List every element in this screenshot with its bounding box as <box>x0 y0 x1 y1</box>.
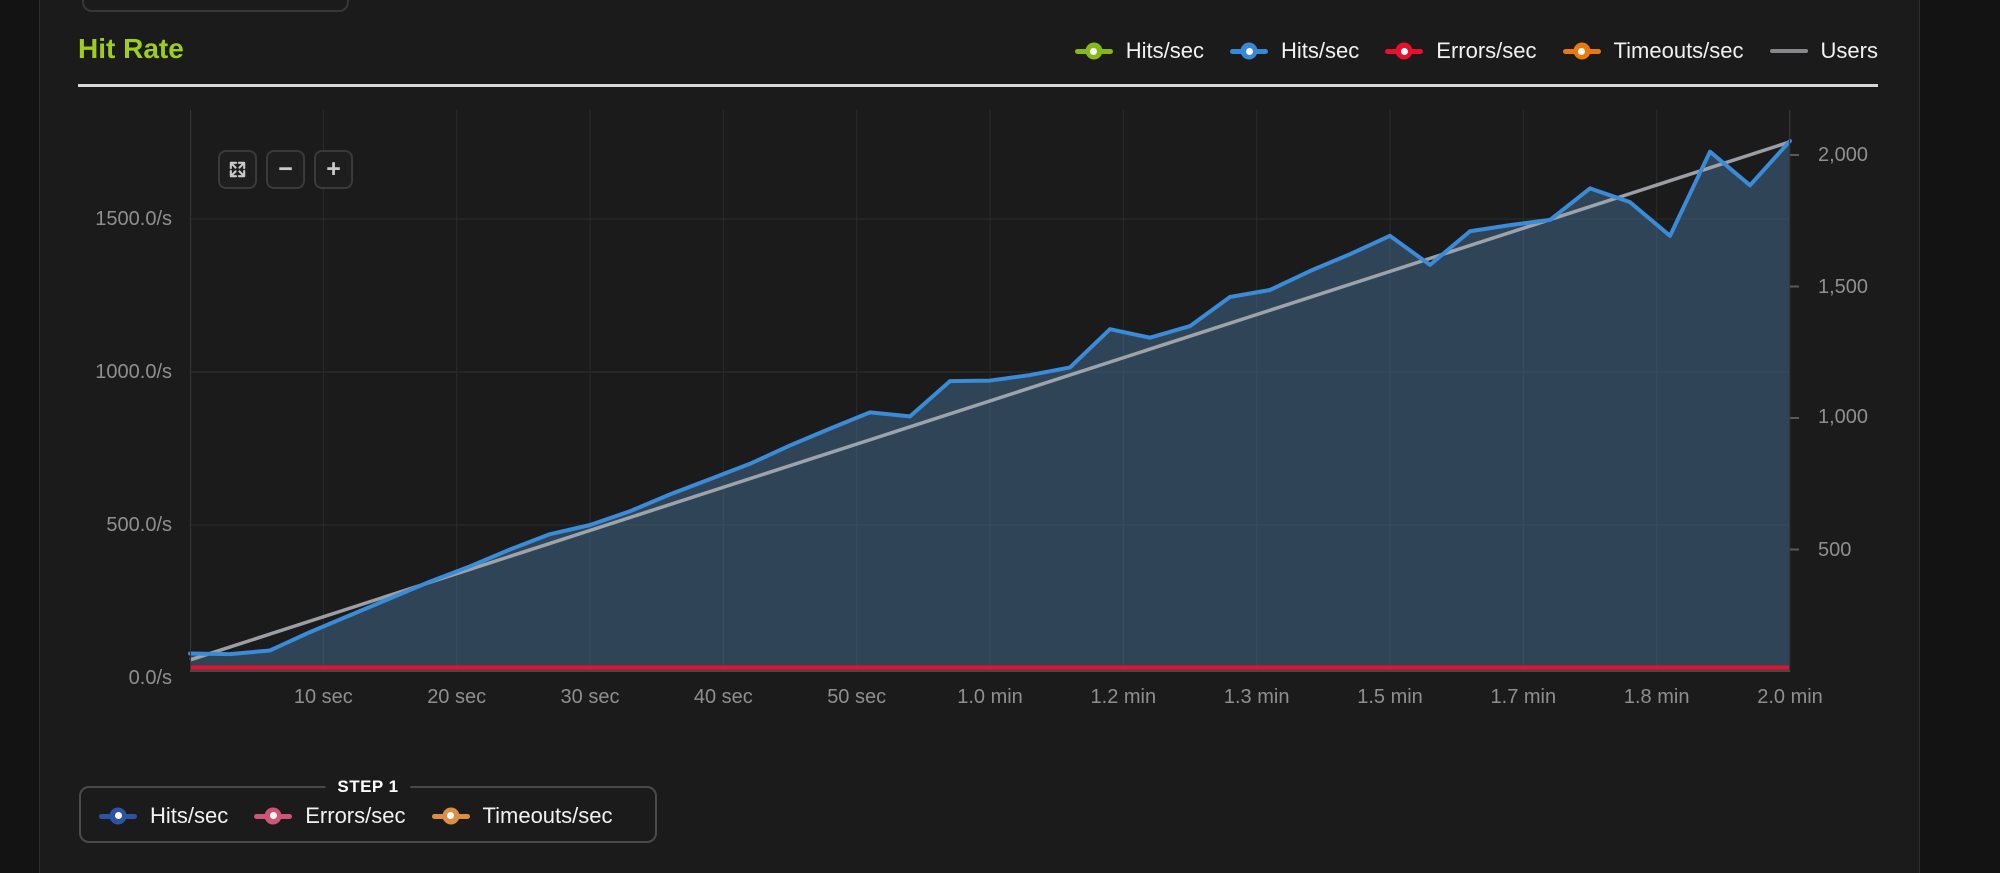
chart-zoom-controls: − + <box>218 150 353 189</box>
legend-item-errors-sec-2[interactable]: Errors/sec <box>1385 38 1536 64</box>
x-tick-label: 1.2 min <box>1063 684 1183 710</box>
legend-item-label: Users <box>1821 38 1878 64</box>
hit-rate-plot[interactable] <box>190 110 1790 672</box>
y-left-tick-1500: 1500.0/s <box>60 206 172 232</box>
x-tick-label: 10 sec <box>263 684 383 710</box>
legend-item-label: Errors/sec <box>1436 38 1536 64</box>
legend-item-label: Timeouts/sec <box>1614 38 1744 64</box>
y-right-tick-500: 500 <box>1818 537 1938 563</box>
x-tick-label: 20 sec <box>397 684 517 710</box>
y-right-tick-1000: 1,000 <box>1818 404 1938 430</box>
hits-sec-marker-icon <box>1075 42 1113 60</box>
x-tick-label: 1.7 min <box>1463 684 1583 710</box>
x-tick-label: 1.0 min <box>930 684 1050 710</box>
timeouts-sec-marker-icon <box>432 807 470 825</box>
legend-item-label: Errors/sec <box>305 803 405 829</box>
x-tick-label: 1.5 min <box>1330 684 1450 710</box>
legend-item-label: Hits/sec <box>1126 38 1204 64</box>
legend-item-users-4[interactable]: Users <box>1770 38 1878 64</box>
minus-icon: − <box>278 157 293 182</box>
users-marker-icon <box>1770 42 1808 60</box>
legend-item-hits-sec-0[interactable]: Hits/sec <box>99 803 228 829</box>
legend-item-label: Hits/sec <box>150 803 228 829</box>
timeouts-sec-marker-icon <box>1563 42 1601 60</box>
step-1-legend-group: STEP 1 Hits/secErrors/secTimeouts/sec <box>79 786 657 843</box>
legend-item-hits-sec-0[interactable]: Hits/sec <box>1075 38 1204 64</box>
x-tick-label: 1.3 min <box>1197 684 1317 710</box>
legend-item-hits-sec-1[interactable]: Hits/sec <box>1230 38 1359 64</box>
legend-item-label: Timeouts/sec <box>483 803 613 829</box>
y-right-tick-1500: 1,500 <box>1818 274 1938 300</box>
hit-rate-page: Hit Rate Hits/sec Hits/sec Errors/sec Timeo… <box>0 0 2000 873</box>
x-tick-label: 30 sec <box>530 684 650 710</box>
zoom-in-button[interactable]: + <box>314 150 353 189</box>
y-left-tick-1000: 1000.0/s <box>60 359 172 385</box>
errors-sec-marker-icon <box>254 807 292 825</box>
x-tick-label: 50 sec <box>797 684 917 710</box>
legend-item-label: Hits/sec <box>1281 38 1359 64</box>
chart-legend-top: Hits/sec Hits/sec Errors/sec Timeouts/sec Us… <box>1075 36 1878 66</box>
legend-item-timeouts-sec-3[interactable]: Timeouts/sec <box>1563 38 1744 64</box>
header-divider <box>78 84 1878 87</box>
autoscale-button[interactable] <box>218 150 257 189</box>
x-tick-label: 40 sec <box>663 684 783 710</box>
page-title: Hit Rate <box>78 33 184 65</box>
step-group-label: STEP 1 <box>325 777 410 797</box>
expand-arrows-icon <box>227 159 248 180</box>
hits-sec-marker-icon <box>99 807 137 825</box>
hits-sec-marker-icon <box>1230 42 1268 60</box>
plus-icon: + <box>326 157 341 182</box>
truncated-top-element <box>82 0 349 12</box>
legend-item-errors-sec-1[interactable]: Errors/sec <box>254 803 405 829</box>
y-left-tick-0: 0.0/s <box>60 665 172 691</box>
zoom-out-button[interactable]: − <box>266 150 305 189</box>
y-left-tick-500: 500.0/s <box>60 512 172 538</box>
x-tick-label: 1.8 min <box>1597 684 1717 710</box>
x-tick-label: 2.0 min <box>1730 684 1850 710</box>
y-right-tick-2000: 2,000 <box>1818 142 1938 168</box>
errors-sec-marker-icon <box>1385 42 1423 60</box>
legend-item-timeouts-sec-2[interactable]: Timeouts/sec <box>432 803 613 829</box>
